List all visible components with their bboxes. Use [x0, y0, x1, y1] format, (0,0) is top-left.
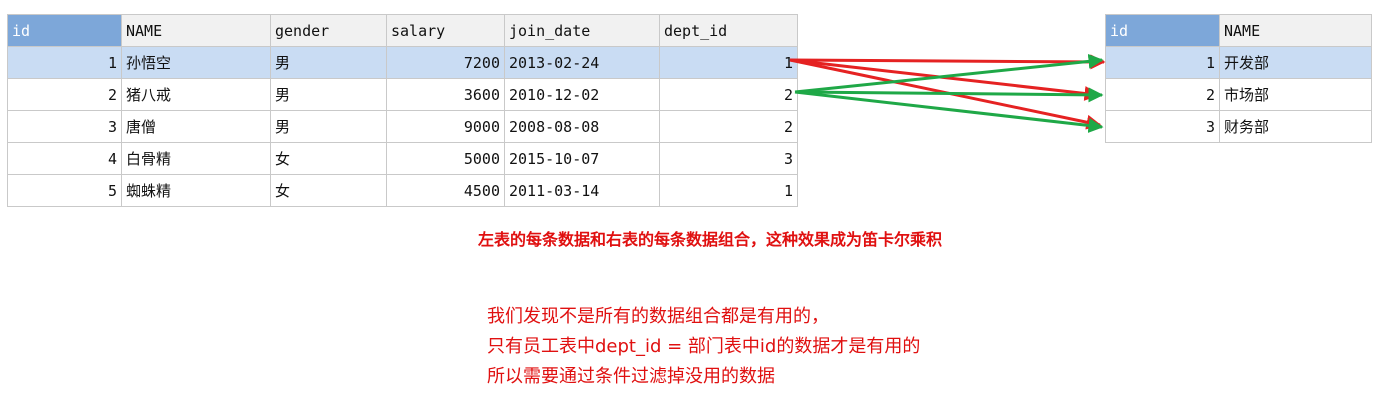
note-line-2: 只有员工表中dept_id = 部门表中id的数据才是有用的 [487, 336, 921, 357]
arrow-emp1-dept1 [789, 54, 1106, 70]
cartesian-product-note: 左表的每条数据和右表的每条数据组合，这种效果成为笛卡尔乘积 [478, 230, 943, 249]
note-line-1: 我们发现不是所有的数据组合都是有用的， [487, 306, 829, 327]
arrow-emp2-dept2 [794, 87, 1104, 103]
note-line-3: 所以需要通过条件过滤掉没用的数据 [487, 366, 775, 387]
arrow-emp2-dept3 [794, 90, 1104, 133]
